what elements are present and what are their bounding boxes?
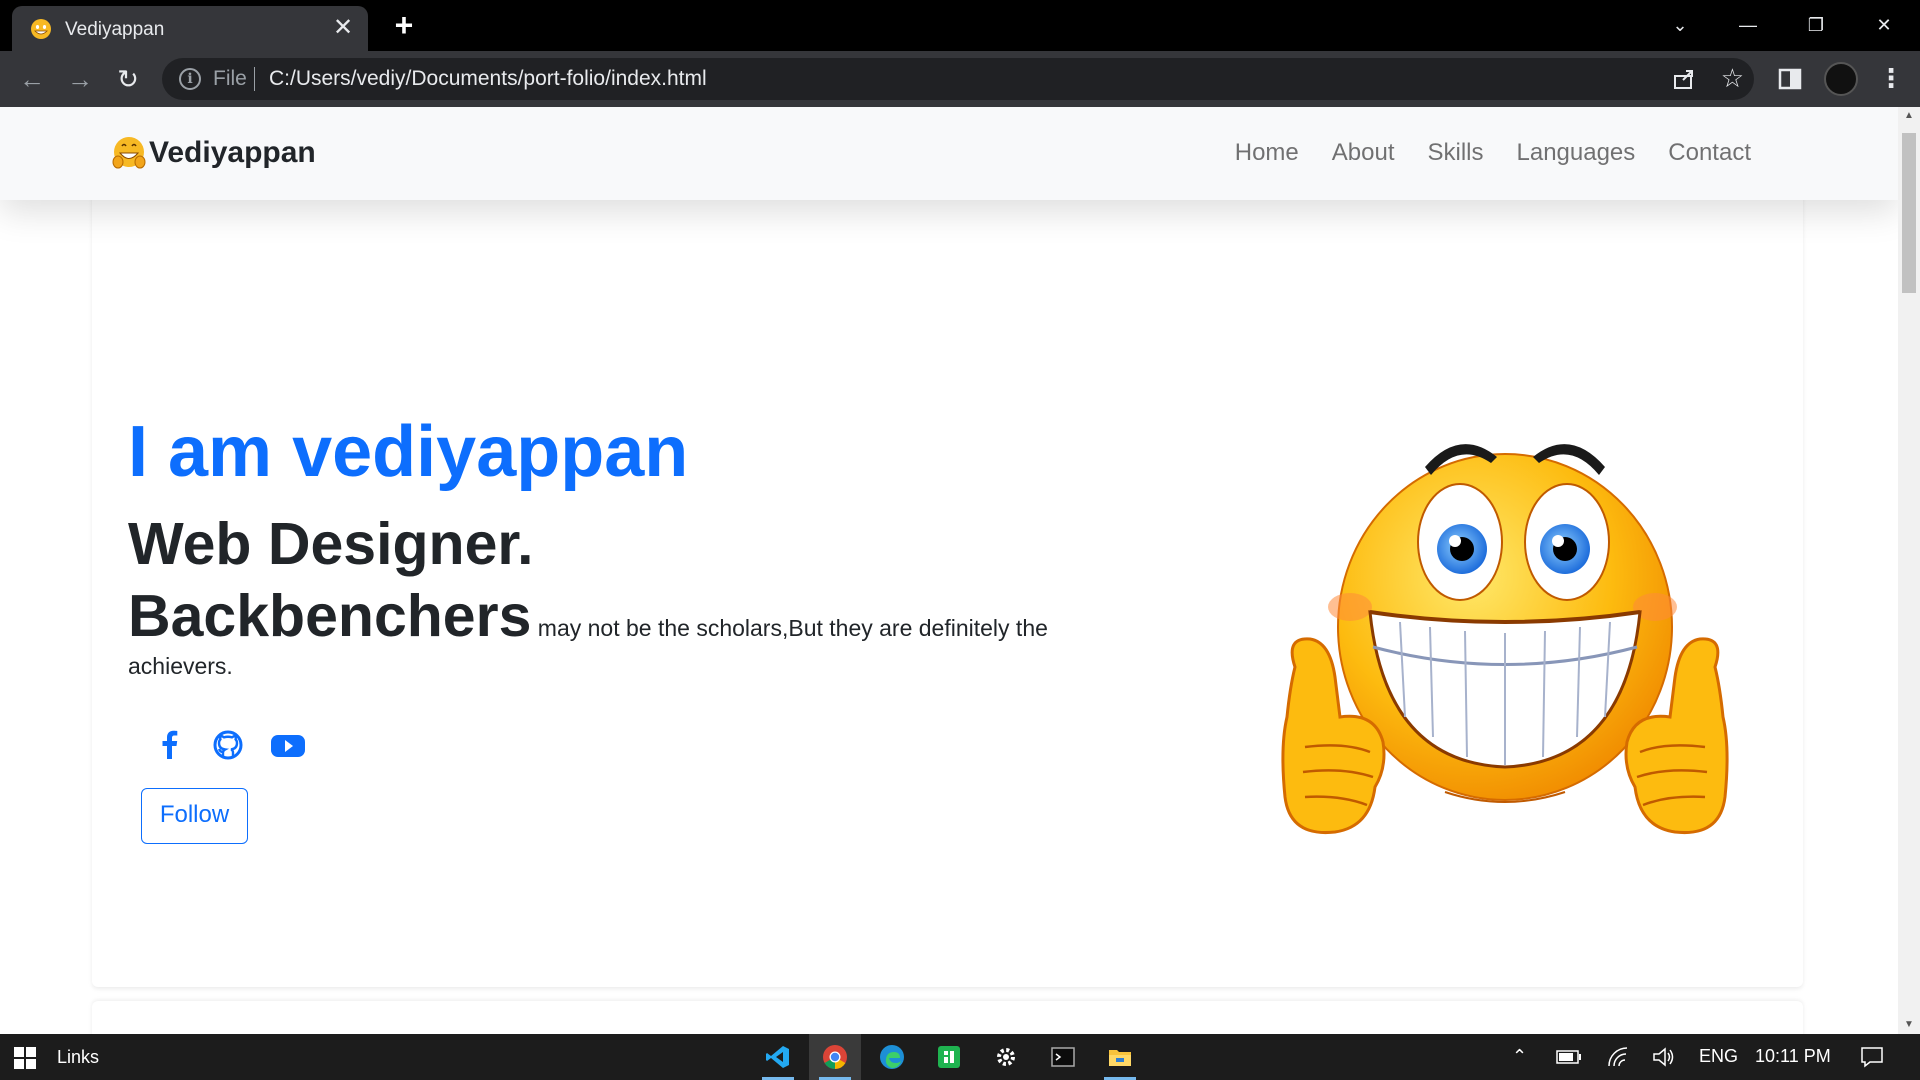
url-scheme-label: File (213, 67, 247, 90)
scroll-thumb[interactable] (1902, 133, 1916, 293)
side-panel-icon[interactable] (1774, 63, 1806, 95)
info-icon[interactable]: i (179, 68, 201, 90)
follow-button[interactable]: Follow (141, 788, 248, 844)
omnibox-divider (254, 67, 255, 91)
hero-role: Web Designer. (128, 511, 534, 577)
windows-taskbar: Links ⌃ ENG 10:11 PM (0, 1034, 1920, 1080)
new-tab-button[interactable]: + (388, 9, 420, 42)
app-icon[interactable] (923, 1034, 975, 1080)
facebook-icon[interactable] (152, 727, 188, 763)
share-icon[interactable] (1670, 65, 1698, 93)
social-links (152, 727, 308, 763)
chrome-icon[interactable] (809, 1034, 861, 1080)
hero-title: I am vediyappan (128, 412, 689, 492)
notification-center-icon[interactable] (1860, 1046, 1884, 1068)
nav-link-contact[interactable]: Contact (1668, 139, 1751, 167)
nav-link-languages[interactable]: Languages (1517, 139, 1636, 167)
hugging-emoji-icon (112, 137, 146, 169)
brand[interactable]: Vediyappan (111, 135, 316, 171)
page-viewport: Vediyappan Home About Skills Languages C… (0, 107, 1898, 1034)
nav-links: Home About Skills Languages Contact (1235, 139, 1751, 167)
scroll-down-arrow-icon[interactable]: ▼ (1898, 1016, 1920, 1034)
scroll-up-arrow-icon[interactable]: ▲ (1898, 107, 1920, 125)
emoji-favicon-icon (31, 19, 51, 39)
nav-link-home[interactable]: Home (1235, 139, 1299, 167)
back-arrow-icon[interactable]: ← (16, 63, 48, 95)
close-window-button[interactable]: ✕ (1864, 6, 1904, 44)
page-scrollbar[interactable]: ▲ ▼ (1898, 107, 1920, 1034)
reload-icon[interactable]: ↻ (112, 63, 144, 95)
nav-link-skills[interactable]: Skills (1427, 139, 1483, 167)
profile-avatar[interactable] (1824, 62, 1858, 96)
windows-start-icon[interactable] (14, 1047, 36, 1069)
minimize-button[interactable]: — (1728, 6, 1768, 44)
wifi-icon[interactable] (1606, 1046, 1630, 1068)
clock[interactable]: 10:11 PM (1755, 1046, 1831, 1067)
forward-arrow-icon[interactable]: → (64, 63, 96, 95)
edge-icon[interactable] (866, 1034, 918, 1080)
url-text[interactable]: C:/Users/vediy/Documents/port-folio/inde… (269, 67, 707, 91)
github-icon[interactable] (210, 727, 246, 763)
file-explorer-icon[interactable] (1094, 1034, 1146, 1080)
terminal-icon[interactable] (1037, 1034, 1089, 1080)
thumbs-up-smiley-illustration (1281, 444, 1729, 835)
battery-icon[interactable] (1556, 1050, 1582, 1064)
tab-bar: Vediyappan ✕ + ⌄ — ❐ ✕ (0, 0, 1920, 51)
volume-icon[interactable] (1652, 1046, 1676, 1068)
browser-toolbar: ← → ↻ i File C:/Users/vediy/Documents/po… (0, 51, 1920, 107)
brand-name: Vediyappan (149, 136, 316, 169)
address-bar[interactable]: i File C:/Users/vediy/Documents/port-fol… (162, 58, 1754, 100)
next-section-card (92, 1001, 1803, 1034)
hero-quote: Backbenchers may not be the scholars,But… (128, 587, 1088, 685)
tab-close-icon[interactable]: ✕ (330, 15, 356, 41)
settings-icon[interactable] (980, 1034, 1032, 1080)
tab-search-icon[interactable]: ⌄ (1660, 6, 1700, 44)
browser-tab[interactable]: Vediyappan ✕ (12, 6, 368, 51)
taskbar-links-label[interactable]: Links (57, 1047, 99, 1068)
youtube-icon[interactable] (268, 727, 308, 763)
hero-quote-bold: Backbenchers (128, 583, 532, 649)
menu-kebab-icon[interactable]: ⋮ (1878, 63, 1904, 95)
tray-chevron-up-icon[interactable]: ⌃ (1512, 1046, 1527, 1067)
bookmark-star-icon[interactable]: ☆ (1721, 62, 1744, 94)
tab-title: Vediyappan (65, 19, 165, 40)
restore-button[interactable]: ❐ (1796, 6, 1836, 44)
vscode-icon[interactable] (752, 1034, 804, 1080)
nav-link-about[interactable]: About (1332, 139, 1395, 167)
site-navbar: Vediyappan Home About Skills Languages C… (0, 107, 1898, 200)
language-indicator[interactable]: ENG (1699, 1046, 1738, 1067)
